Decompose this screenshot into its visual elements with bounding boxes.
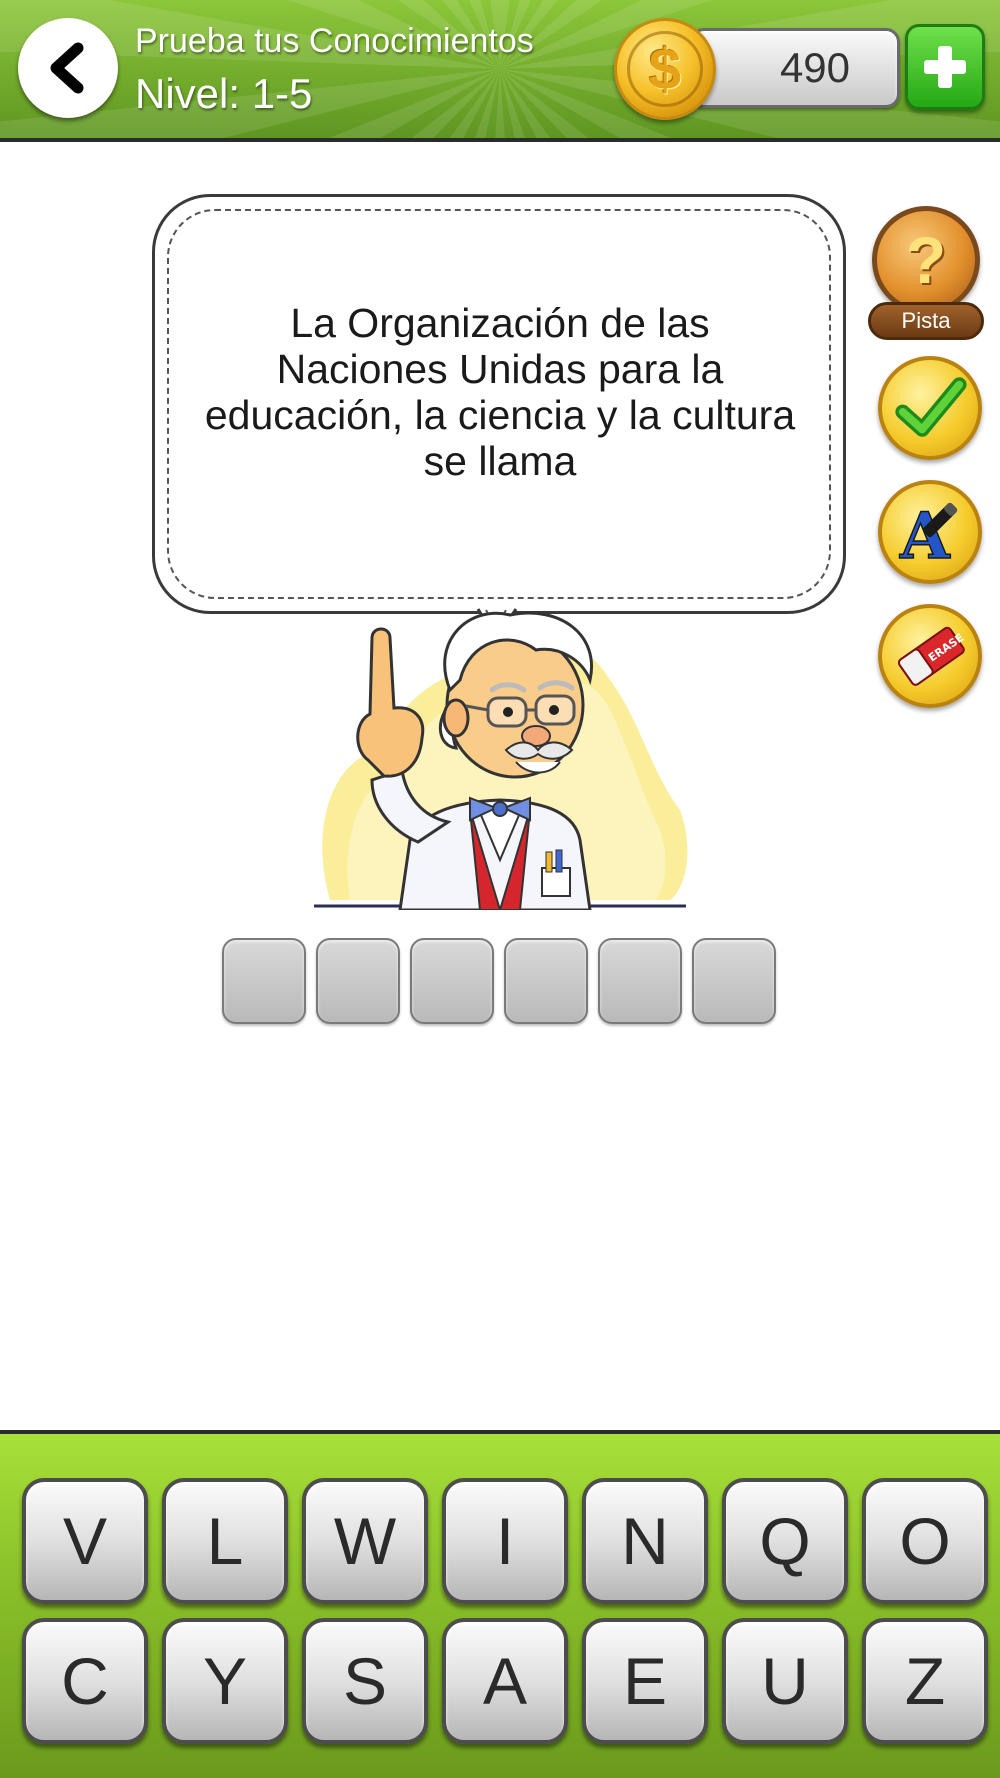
keyboard-row-2: C Y S A E U Z	[22, 1618, 988, 1744]
letter-key[interactable]: N	[582, 1478, 708, 1604]
professor-illustration	[314, 611, 688, 910]
letter-key[interactable]: W	[302, 1478, 428, 1604]
check-icon	[895, 377, 967, 437]
letter-key[interactable]: E	[582, 1618, 708, 1744]
back-button[interactable]	[18, 18, 118, 118]
check-answer-button[interactable]	[878, 356, 982, 460]
coin-counter: 490	[690, 28, 900, 108]
letter-key[interactable]: Q	[722, 1478, 848, 1604]
hint-button[interactable]: ? Pista	[866, 206, 986, 340]
letter-key[interactable]: S	[302, 1618, 428, 1744]
answer-slot[interactable]	[692, 938, 776, 1024]
game-title: Prueba tus Conocimientos	[135, 22, 534, 60]
coin-count: 490	[779, 44, 851, 91]
hint-label: Pista	[868, 302, 984, 340]
eraser-icon: ERASE	[897, 626, 966, 686]
letter-key[interactable]: A	[442, 1618, 568, 1744]
answer-slots	[222, 938, 782, 1024]
answer-slot[interactable]	[316, 938, 400, 1024]
reveal-letter-button[interactable]: A	[878, 480, 982, 584]
answer-slot[interactable]	[598, 938, 682, 1024]
plus-icon	[924, 46, 966, 88]
answer-slot[interactable]	[410, 938, 494, 1024]
chevron-left-icon	[50, 42, 84, 94]
question-mark-icon: ?	[872, 206, 980, 314]
header-bar: Prueba tus Conocimientos Nivel: 1-5 490 …	[0, 0, 1000, 148]
keyboard-row-1: V L W I N Q O	[22, 1478, 988, 1604]
dollar-coin-icon: $	[614, 18, 716, 120]
buy-coins-button[interactable]	[905, 24, 985, 110]
erase-button[interactable]: ERASE	[878, 604, 982, 708]
answer-slot[interactable]	[222, 938, 306, 1024]
letter-key[interactable]: U	[722, 1618, 848, 1744]
letter-pen-icon: A	[898, 498, 958, 572]
letter-key[interactable]: Z	[862, 1618, 988, 1744]
letter-key[interactable]: C	[22, 1618, 148, 1744]
question-text: La Organización de las Naciones Unidas p…	[204, 300, 796, 484]
letter-key[interactable]: V	[22, 1478, 148, 1604]
letter-keyboard: V L W I N Q O C Y S A E U Z	[0, 1422, 1000, 1778]
letter-key[interactable]: O	[862, 1478, 988, 1604]
letter-key[interactable]: Y	[162, 1618, 288, 1744]
level-indicator: Nivel: 1-5	[135, 70, 313, 117]
answer-slot[interactable]	[504, 938, 588, 1024]
letter-key[interactable]: I	[442, 1478, 568, 1604]
letter-key[interactable]: L	[162, 1478, 288, 1604]
